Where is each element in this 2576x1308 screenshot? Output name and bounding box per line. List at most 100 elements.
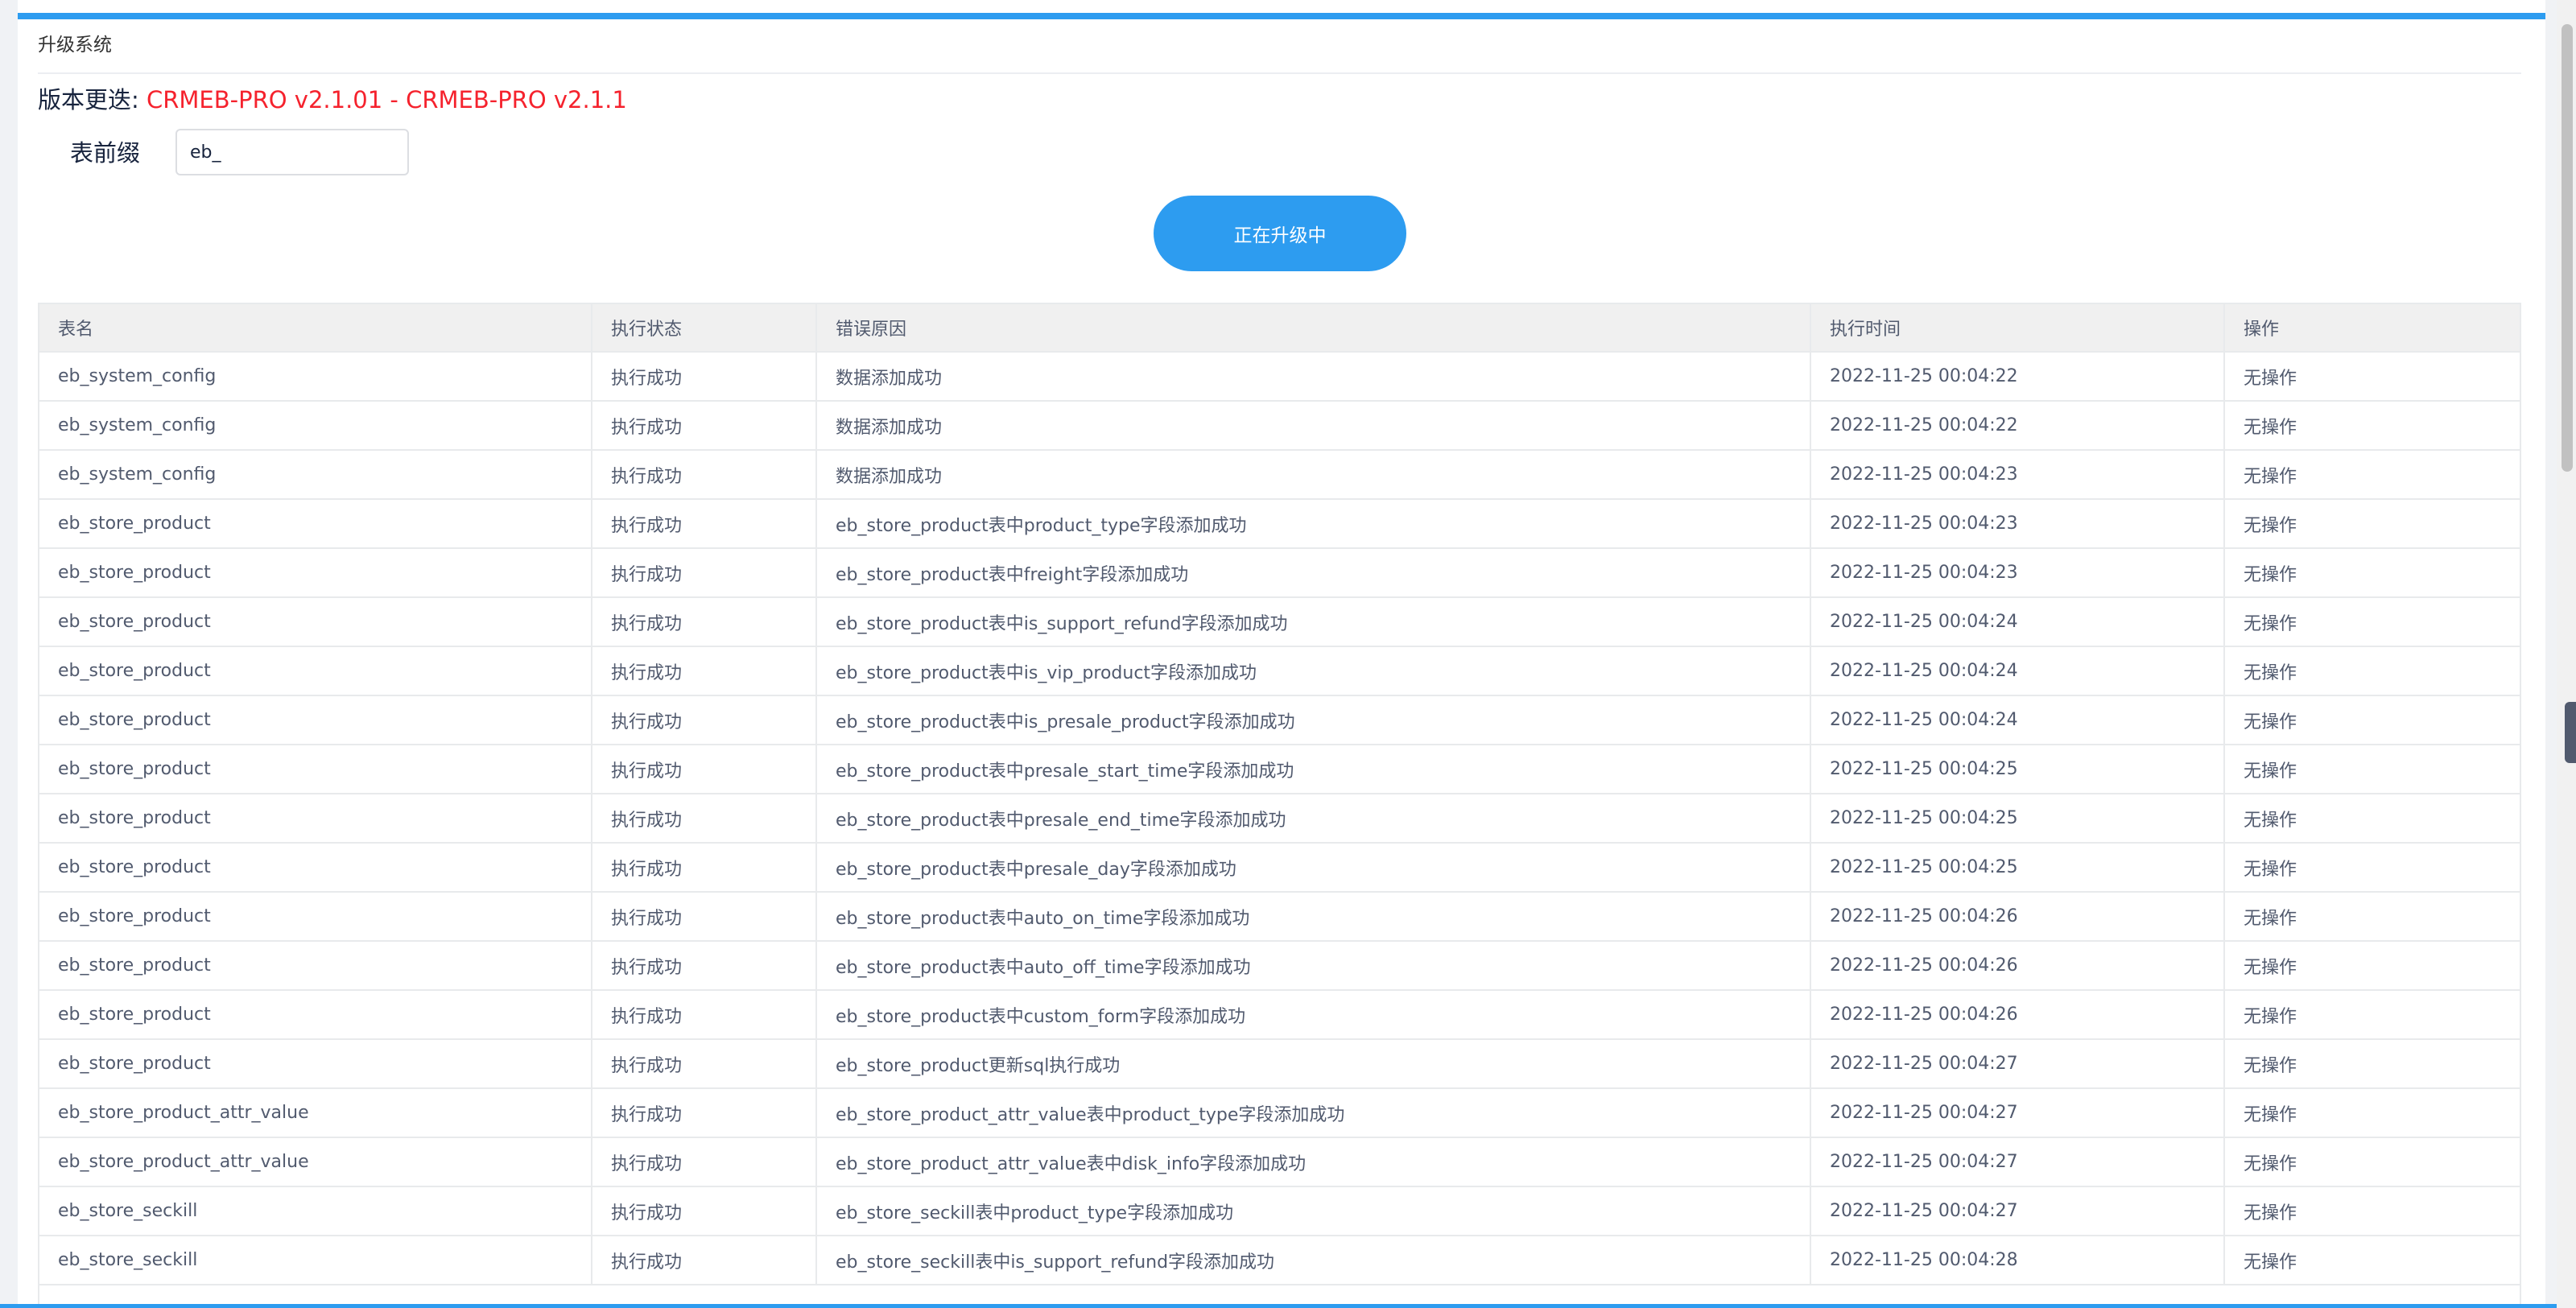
cell-action: 无操作 xyxy=(2224,990,2520,1040)
cell-action: 无操作 xyxy=(2224,941,2520,991)
table-row: eb_store_product 执行成功 eb_store_product表中pr… xyxy=(39,745,2520,794)
title-divider xyxy=(38,72,2521,74)
cell-error-reason: eb_store_product表中auto_off_time字段添加成功 xyxy=(816,941,1811,991)
table-row: eb_store_product 执行成功 eb_store_product表中is… xyxy=(39,695,2520,745)
column-header-table-name: 表名 xyxy=(39,304,592,353)
cell-execution-time: 2022-11-25 00:04:24 xyxy=(1810,695,2225,745)
cell-action: 无操作 xyxy=(2224,695,2520,745)
cell-error-reason: eb_store_seckill表中product_type字段添加成功 xyxy=(816,1186,1811,1236)
cell-action: 无操作 xyxy=(2224,794,2520,844)
cell-error-reason: eb_store_product表中product_type字段添加成功 xyxy=(816,499,1811,549)
table-row: eb_system_config 执行成功 数据添加成功 2022-11-25 00:… xyxy=(39,401,2520,451)
cell-error-reason: 数据添加成功 xyxy=(816,401,1811,451)
cell-action: 无操作 xyxy=(2224,401,2520,451)
cell-error-reason: eb_store_product表中presale_end_time字段添加成功 xyxy=(816,794,1811,844)
cell-action: 无操作 xyxy=(2224,1236,2520,1285)
cell-status: 执行成功 xyxy=(592,941,817,991)
cell-execution-time: 2022-11-25 00:04:24 xyxy=(1810,646,2225,696)
table-row: eb_store_product 执行成功 eb_store_product更新sq… xyxy=(39,1039,2520,1089)
cell-table-name: eb_store_product xyxy=(39,646,592,696)
cell-execution-time: 2022-11-25 00:04:25 xyxy=(1810,843,2225,893)
cell-execution-time: 2022-11-25 00:04:27 xyxy=(1810,1088,2225,1138)
cell-status: 执行成功 xyxy=(592,548,817,598)
cell-execution-time: 2022-11-25 00:04:27 xyxy=(1810,1186,2225,1236)
cell-error-reason: eb_store_product表中is_presale_product字段添加… xyxy=(816,695,1811,745)
bottom-accent-line xyxy=(0,1304,2557,1308)
cell-action: 无操作 xyxy=(2224,1088,2520,1138)
cell-action: 无操作 xyxy=(2224,1039,2520,1089)
cell-table-name: eb_store_product_attr_value xyxy=(39,1137,592,1187)
cell-error-reason: eb_store_product表中auto_on_time字段添加成功 xyxy=(816,892,1811,942)
cell-error-reason: eb_store_product表中is_support_refund字段添加成… xyxy=(816,597,1811,647)
cell-execution-time: 2022-11-25 00:04:23 xyxy=(1810,499,2225,549)
cell-execution-time: 2022-11-25 00:04:23 xyxy=(1810,450,2225,500)
cell-status: 执行成功 xyxy=(592,794,817,844)
table-row: eb_system_config 执行成功 数据添加成功 2022-11-25 00:… xyxy=(39,450,2520,500)
cell-table-name: eb_store_product xyxy=(39,843,592,893)
cell-action: 无操作 xyxy=(2224,1186,2520,1236)
table-row: eb_system_config 执行成功 数据添加成功 2022-11-25 00:… xyxy=(39,352,2520,402)
upgrade-panel: 升级系统 版本更迭: CRMEB-PRO v2.1.01 - CRMEB-PRO… xyxy=(18,0,2545,1308)
column-header-execution-time: 执行时间 xyxy=(1810,304,2225,353)
table-prefix-input[interactable] xyxy=(175,129,409,175)
cell-table-name: eb_store_seckill xyxy=(39,1236,592,1285)
cell-error-reason: eb_store_product_attr_value表中product_typ… xyxy=(816,1088,1811,1138)
cell-table-name: eb_store_product xyxy=(39,1039,592,1089)
cell-action: 无操作 xyxy=(2224,745,2520,794)
table-row: eb_store_product 执行成功 eb_store_product表中au… xyxy=(39,941,2520,991)
table-row: eb_store_product 执行成功 eb_store_product表中pr… xyxy=(39,499,2520,549)
cell-status: 执行成功 xyxy=(592,1186,817,1236)
cell-action: 无操作 xyxy=(2224,352,2520,402)
cell-table-name: eb_system_config xyxy=(39,450,592,500)
cell-status: 执行成功 xyxy=(592,892,817,942)
table-row: eb_store_product 执行成功 eb_store_product表中pr… xyxy=(39,794,2520,844)
table-row: eb_store_product_attr_value 执行成功 eb_store_… xyxy=(39,1088,2520,1138)
upgrade-button[interactable]: 正在升级中 xyxy=(1154,196,1406,271)
cell-status: 执行成功 xyxy=(592,695,817,745)
cell-table-name: eb_store_product_attr_value xyxy=(39,1088,592,1138)
cell-status: 执行成功 xyxy=(592,646,817,696)
panel-title: 升级系统 xyxy=(38,35,112,56)
side-handle[interactable] xyxy=(2565,702,2576,763)
table-row: eb_store_seckill 执行成功 eb_store_seckill表中pr… xyxy=(39,1186,2520,1236)
cell-error-reason: eb_store_product_attr_value表中disk_info字段… xyxy=(816,1137,1811,1187)
cell-action: 无操作 xyxy=(2224,892,2520,942)
table-body: eb_system_config 执行成功 数据添加成功 2022-11-25 00:… xyxy=(39,352,2520,1285)
upgrade-log-table: 表名 执行状态 错误原因 执行时间 操作 eb_system_config 执行成… xyxy=(38,303,2521,1308)
cell-table-name: eb_store_product xyxy=(39,695,592,745)
cell-status: 执行成功 xyxy=(592,401,817,451)
cell-execution-time: 2022-11-25 00:04:26 xyxy=(1810,941,2225,991)
cell-error-reason: eb_store_product表中custom_form字段添加成功 xyxy=(816,990,1811,1040)
cell-error-reason: eb_store_seckill表中is_support_refund字段添加成… xyxy=(816,1236,1811,1285)
cell-table-name: eb_store_product xyxy=(39,745,592,794)
cell-table-name: eb_store_seckill xyxy=(39,1186,592,1236)
page-scrollbar-thumb[interactable] xyxy=(2562,24,2573,472)
table-row: eb_store_product 执行成功 eb_store_product表中au… xyxy=(39,892,2520,942)
cell-status: 执行成功 xyxy=(592,352,817,402)
cell-execution-time: 2022-11-25 00:04:25 xyxy=(1810,794,2225,844)
table-header-row: 表名 执行状态 错误原因 执行时间 操作 xyxy=(39,304,2520,353)
cell-status: 执行成功 xyxy=(592,1236,817,1285)
version-value: CRMEB-PRO v2.1.01 - CRMEB-PRO v2.1.1 xyxy=(147,86,627,113)
cell-error-reason: 数据添加成功 xyxy=(816,352,1811,402)
cell-table-name: eb_store_product xyxy=(39,892,592,942)
table-row: eb_store_product 执行成功 eb_store_product表中pr… xyxy=(39,843,2520,893)
cell-table-name: eb_store_product xyxy=(39,597,592,647)
cell-status: 执行成功 xyxy=(592,990,817,1040)
cell-action: 无操作 xyxy=(2224,499,2520,549)
cell-status: 执行成功 xyxy=(592,499,817,549)
cell-error-reason: eb_store_product更新sql执行成功 xyxy=(816,1039,1811,1089)
cell-execution-time: 2022-11-25 00:04:25 xyxy=(1810,745,2225,794)
cell-status: 执行成功 xyxy=(592,843,817,893)
cell-error-reason: eb_store_product表中freight字段添加成功 xyxy=(816,548,1811,598)
cell-table-name: eb_store_product xyxy=(39,990,592,1040)
cell-table-name: eb_system_config xyxy=(39,401,592,451)
table-row: eb_store_product 执行成功 eb_store_product表中fr… xyxy=(39,548,2520,598)
column-header-status: 执行状态 xyxy=(592,304,817,353)
cell-action: 无操作 xyxy=(2224,1137,2520,1187)
cell-error-reason: eb_store_product表中presale_start_time字段添加… xyxy=(816,745,1811,794)
cell-execution-time: 2022-11-25 00:04:27 xyxy=(1810,1137,2225,1187)
table-row: eb_store_product 执行成功 eb_store_product表中is… xyxy=(39,646,2520,696)
cell-execution-time: 2022-11-25 00:04:22 xyxy=(1810,352,2225,402)
cell-status: 执行成功 xyxy=(592,450,817,500)
